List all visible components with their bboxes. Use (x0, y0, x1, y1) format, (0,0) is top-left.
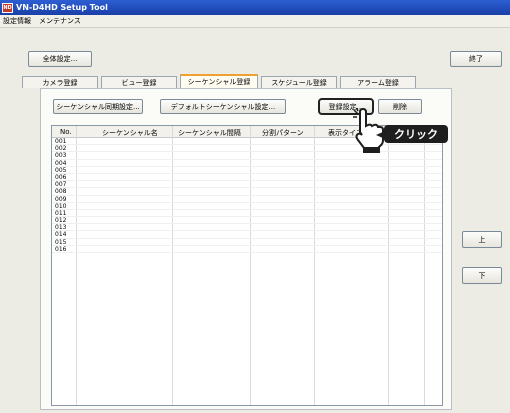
click-callout: クリック (384, 125, 448, 143)
table-row[interactable]: 012 (52, 217, 442, 225)
table-row[interactable]: 015 (52, 239, 442, 246)
table-row[interactable]: 013 (52, 224, 442, 232)
table-row[interactable]: 011 (52, 210, 442, 218)
app-icon: ND (2, 2, 13, 13)
tab-camera-registration[interactable]: カメラ登録 (22, 76, 98, 88)
move-down-button[interactable]: 下 (462, 267, 502, 284)
column-header-name: シーケンシャル名 (102, 129, 158, 137)
menu-item-maintenance[interactable]: メンテナンス (39, 16, 81, 26)
tab-alarm-registration[interactable]: アラーム登録 (340, 76, 416, 88)
table-row[interactable]: 008 (52, 188, 442, 196)
column-header-split-pattern: 分割パターン (262, 129, 304, 137)
move-up-button[interactable]: 上 (462, 231, 502, 248)
table-row[interactable]: 007 (52, 181, 442, 189)
table-row[interactable]: 010 (52, 203, 442, 210)
menu-item-settings-info[interactable]: 設定情報 (3, 16, 31, 26)
default-sequential-settings-button[interactable]: デフォルトシーケンシャル設定... (160, 99, 286, 114)
table-row[interactable]: 014 (52, 231, 442, 239)
tab-view-registration[interactable]: ビュー登録 (101, 76, 177, 88)
window-title: VN-D4HD Setup Tool (16, 3, 108, 12)
table-row[interactable]: 006 (52, 174, 442, 182)
window-titlebar: ND VN-D4HD Setup Tool (0, 0, 510, 15)
column-header-interval: シーケンシャル間隔 (178, 129, 241, 137)
exit-button[interactable]: 終了 (450, 51, 502, 67)
tab-sequential-registration[interactable]: シーケンシャル登録 (180, 74, 258, 88)
global-settings-button[interactable]: 全体設定... (28, 51, 92, 67)
table-row[interactable]: 009 (52, 196, 442, 203)
tab-bar: カメラ登録 ビュー登録 シーケンシャル登録 スケジュール登録 アラーム登録 (22, 74, 419, 88)
sequential-table[interactable]: No. シーケンシャル名 シーケンシャル間隔 分割パターン 表示タイプ 001 0… (51, 125, 443, 406)
tab-schedule-registration[interactable]: スケジュール登録 (261, 76, 337, 88)
sequential-sync-settings-button[interactable]: シーケンシャル同期設定... (53, 99, 143, 114)
table-row[interactable]: 016 (52, 246, 442, 253)
delete-button[interactable]: 削除 (378, 99, 422, 114)
table-row[interactable]: 004 (52, 160, 442, 167)
table-row[interactable]: 005 (52, 167, 442, 174)
menu-bar: 設定情報 メンテナンス (0, 15, 510, 28)
column-header-no: No. (60, 128, 72, 136)
